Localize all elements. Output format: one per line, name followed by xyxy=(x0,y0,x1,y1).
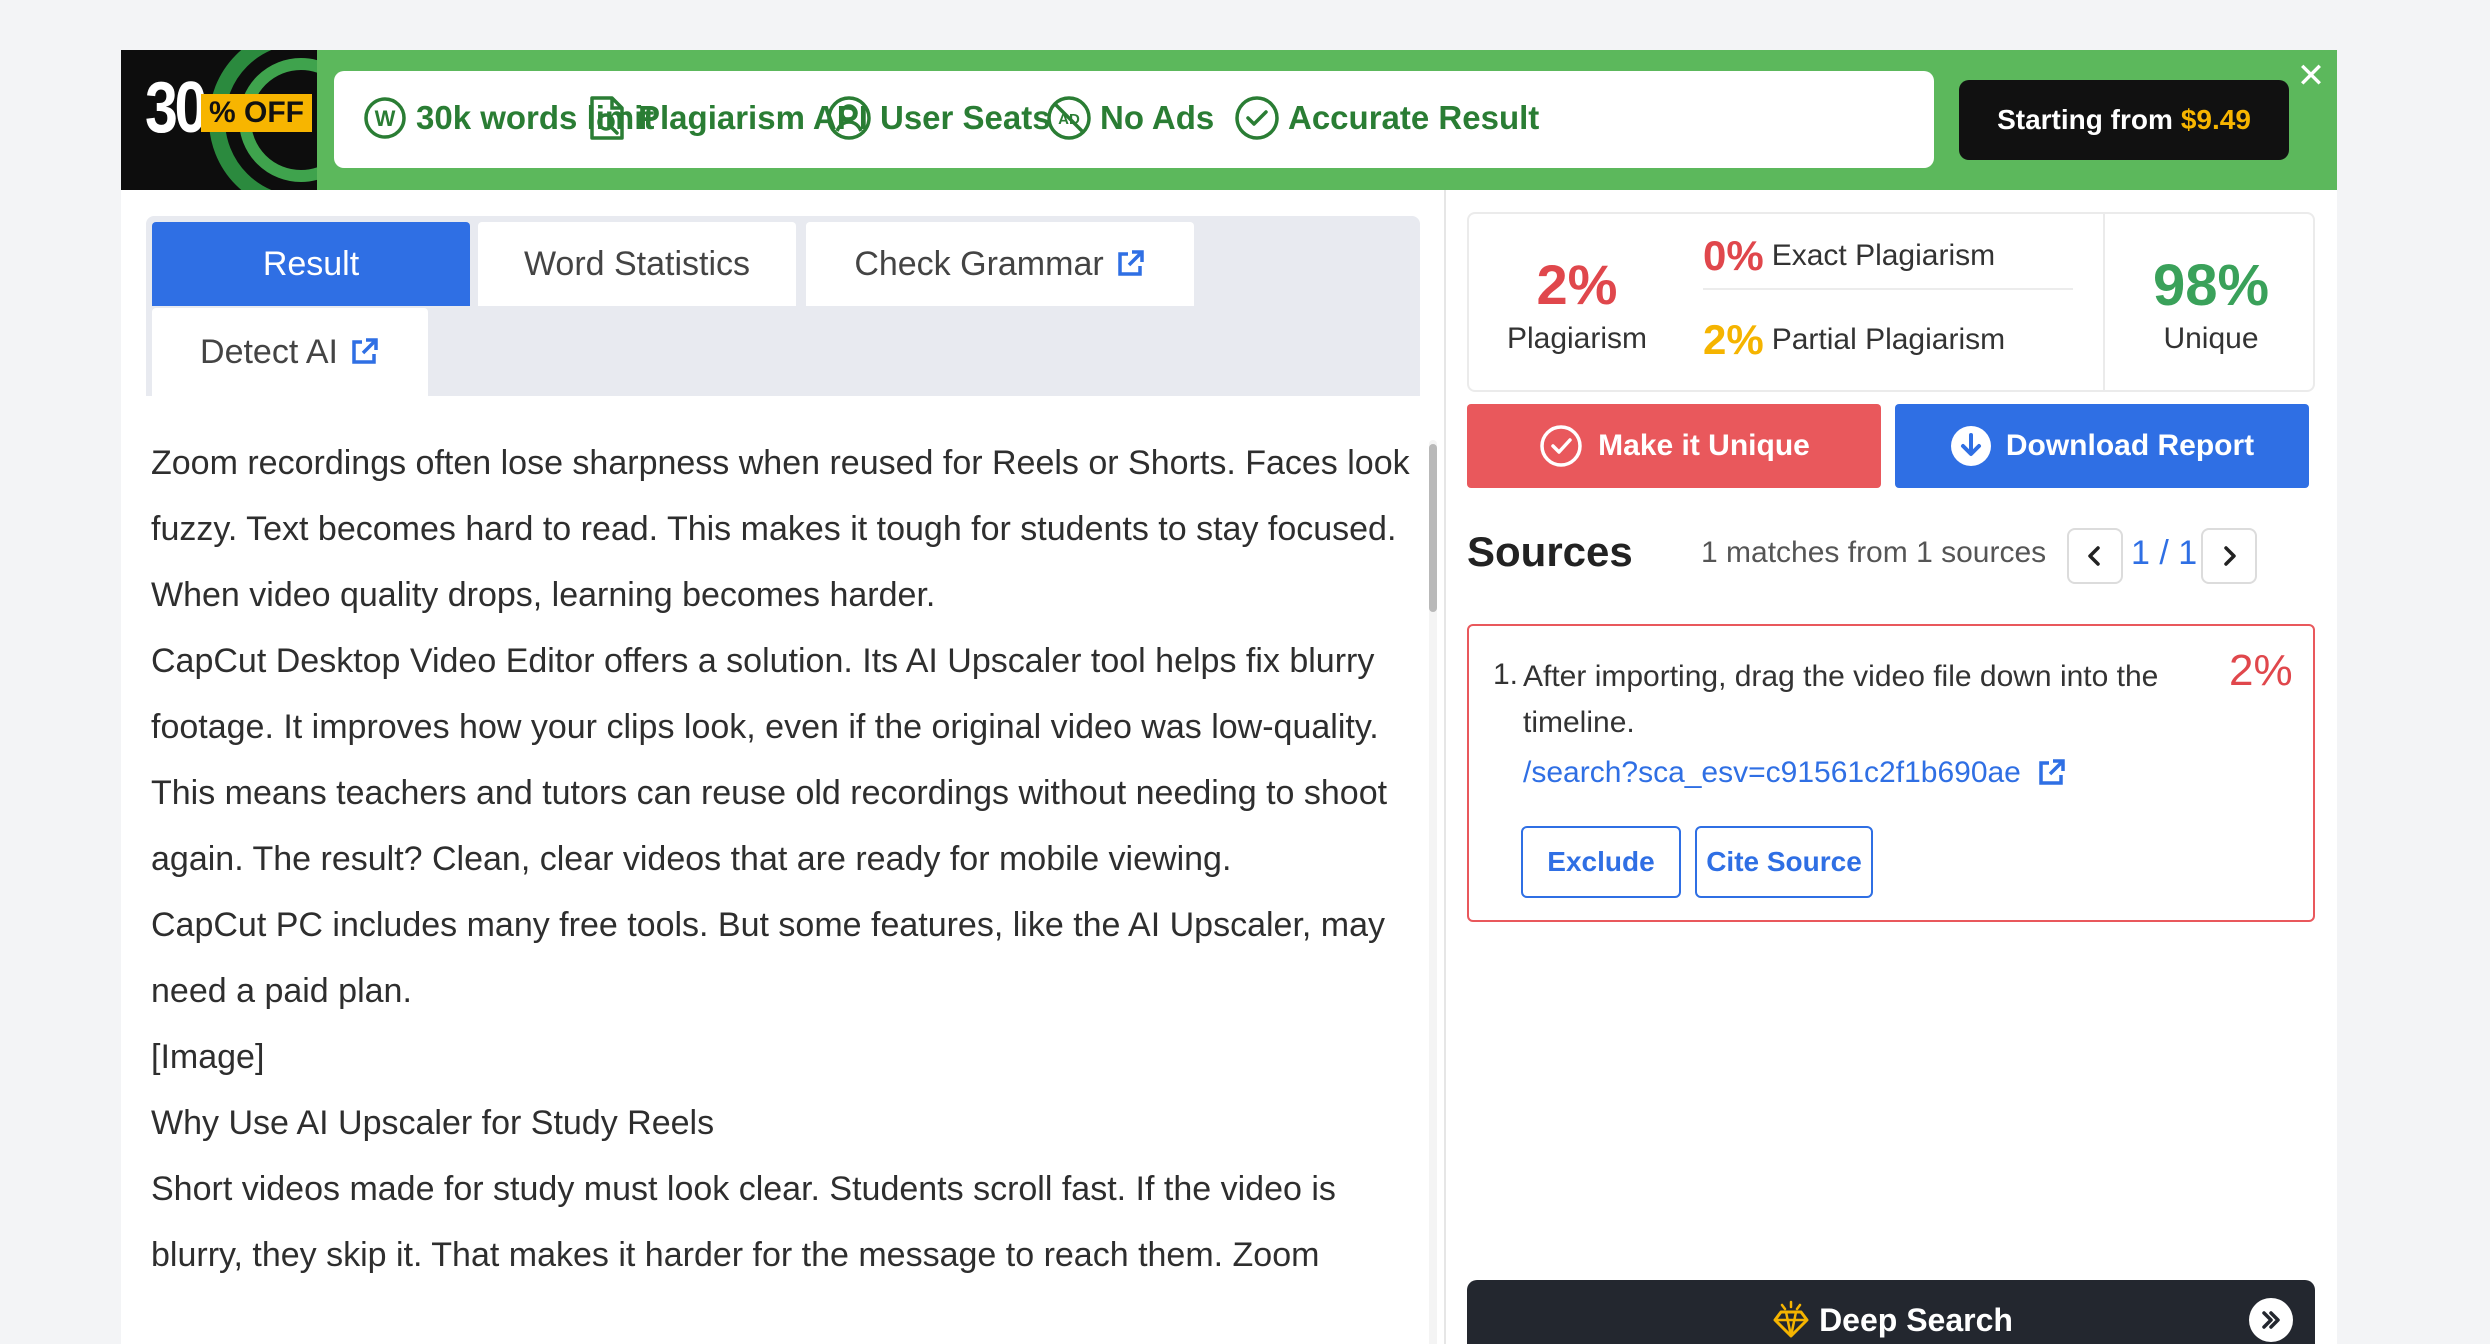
tab-label: Check Grammar xyxy=(854,244,1104,283)
feature-accurate-result: Accurate Result xyxy=(1234,95,1539,141)
discount-badge: 30 % OFF xyxy=(121,50,317,190)
download-icon xyxy=(1950,425,1992,467)
partial-plagiarism-stat: 2% Partial Plagiarism xyxy=(1703,307,2073,373)
promo-banner[interactable]: 30 % OFF W 30k words limit Plagiarism AP… xyxy=(121,50,2337,190)
cta-price: $9.49 xyxy=(2180,104,2251,135)
exact-plagiarism-stat: 0% Exact Plagiarism xyxy=(1703,224,2073,290)
source-percent: 2% xyxy=(2229,646,2293,695)
w-circle-icon: W xyxy=(362,95,408,141)
plagiarism-percent: 2% xyxy=(1536,253,1618,316)
close-icon[interactable]: ✕ xyxy=(2291,56,2331,96)
feature-user-seats: User Seats xyxy=(826,95,1051,141)
page-current: 1 xyxy=(2131,534,2150,572)
no-ads-icon: AD xyxy=(1046,95,1092,141)
source-item: 1. After importing, drag the video file … xyxy=(1467,624,2315,922)
previous-page-button[interactable] xyxy=(2067,528,2123,584)
page-separator: / xyxy=(2159,534,2169,572)
button-label: Make it Unique xyxy=(1598,429,1810,462)
feature-label: User Seats xyxy=(880,99,1051,136)
page-indicator: 1 / 1 xyxy=(2131,534,2197,573)
tab-check-grammar[interactable]: Check Grammar xyxy=(806,222,1194,306)
unique-percent: 98% xyxy=(2152,253,2270,318)
external-link-icon[interactable] xyxy=(2035,757,2067,789)
button-label: Deep Search xyxy=(1819,1301,2013,1338)
paragraph: This means teachers and tutors can reuse… xyxy=(151,774,1388,878)
paragraph: Zoom recordings often lose sharpness whe… xyxy=(151,444,1410,614)
partial-percent: 2% xyxy=(1703,316,1764,363)
image-placeholder: [Image] xyxy=(151,1038,265,1076)
make-unique-button[interactable]: Make it Unique xyxy=(1467,404,1881,488)
cta-label: Starting from xyxy=(1997,104,2173,135)
scrollbar-thumb[interactable] xyxy=(1429,444,1437,612)
starting-price-button[interactable]: Starting from $9.49 xyxy=(1959,80,2289,160)
tab-label: Result xyxy=(262,244,360,283)
chevron-right-icon xyxy=(2224,546,2236,566)
unique-label: Unique xyxy=(2163,322,2259,355)
plagiarism-label: Plagiarism xyxy=(1506,322,1648,355)
svg-text:W: W xyxy=(375,106,396,131)
source-url[interactable]: /search?sca_esv=c91561c2f1b690ae xyxy=(1523,756,2021,790)
feature-no-ads: AD No Ads xyxy=(1046,95,1214,141)
paragraph: Why Use AI Upscaler for Study Reels xyxy=(151,1104,715,1142)
feature-list: W 30k words limit Plagiarism API User Se… xyxy=(334,71,1934,168)
result-panel: Result Word Statistics Check Grammar Det… xyxy=(121,190,1446,1344)
check-circle-icon xyxy=(1234,95,1280,141)
discount-number: 30 xyxy=(145,68,207,148)
feature-label: No Ads xyxy=(1100,99,1215,136)
tab-label: Word Statistics xyxy=(523,244,751,283)
source-link[interactable]: /search?sca_esv=c91561c2f1b690ae xyxy=(1523,756,2067,790)
stats-card: 2% Plagiarism 0% Exact Plagiarism 2% Par… xyxy=(1467,212,2315,392)
external-link-icon xyxy=(348,336,380,368)
cite-source-button[interactable]: Cite Source xyxy=(1695,826,1873,898)
source-text: After importing, drag the video file dow… xyxy=(1523,660,2159,739)
download-report-button[interactable]: Download Report xyxy=(1895,404,2309,488)
tab-label: Detect AI xyxy=(200,332,338,371)
diamond-icon xyxy=(1769,1298,1813,1342)
paragraph: Short videos made for study must look cl… xyxy=(151,1170,1336,1274)
check-circle-icon xyxy=(1538,423,1584,469)
external-link-icon xyxy=(1114,248,1146,280)
sources-count: 1 matches from 1 sources xyxy=(1701,536,2047,569)
plagiarism-stat: 2% Plagiarism xyxy=(1469,214,1685,390)
paragraph: CapCut PC includes many free tools. But … xyxy=(151,906,1386,1010)
exact-label: Exact Plagiarism xyxy=(1771,239,1996,272)
document-search-icon xyxy=(584,95,630,141)
discount-tag: % OFF xyxy=(201,94,312,132)
unique-stat: 98% Unique xyxy=(2103,214,2315,390)
exclude-button[interactable]: Exclude xyxy=(1521,826,1681,898)
result-text: Zoom recordings often lose sharpness whe… xyxy=(151,430,1411,1330)
chevron-left-icon xyxy=(2088,546,2100,566)
next-page-button[interactable] xyxy=(2201,528,2257,584)
exact-percent: 0% xyxy=(1703,232,1764,279)
page-total: 1 xyxy=(2178,534,2198,572)
source-number: 1. xyxy=(1493,658,1519,691)
deep-search-button[interactable]: Deep Search xyxy=(1467,1280,2315,1344)
tab-word-statistics[interactable]: Word Statistics xyxy=(478,222,796,306)
button-label: Download Report xyxy=(2005,429,2255,462)
user-circle-icon xyxy=(826,95,872,141)
tab-bar: Result Word Statistics Check Grammar Det… xyxy=(146,216,1420,396)
partial-label: Partial Plagiarism xyxy=(1771,323,2006,356)
sources-heading: Sources xyxy=(1467,528,1633,575)
paragraph: CapCut Desktop Video Editor offers a sol… xyxy=(151,642,1379,746)
tab-result[interactable]: Result xyxy=(152,222,470,306)
double-chevron-right-icon[interactable] xyxy=(2249,1298,2293,1342)
tab-detect-ai[interactable]: Detect AI xyxy=(152,308,428,396)
feature-label: Accurate Result xyxy=(1288,99,1540,136)
app-window: 30 % OFF W 30k words limit Plagiarism AP… xyxy=(121,50,2337,1344)
